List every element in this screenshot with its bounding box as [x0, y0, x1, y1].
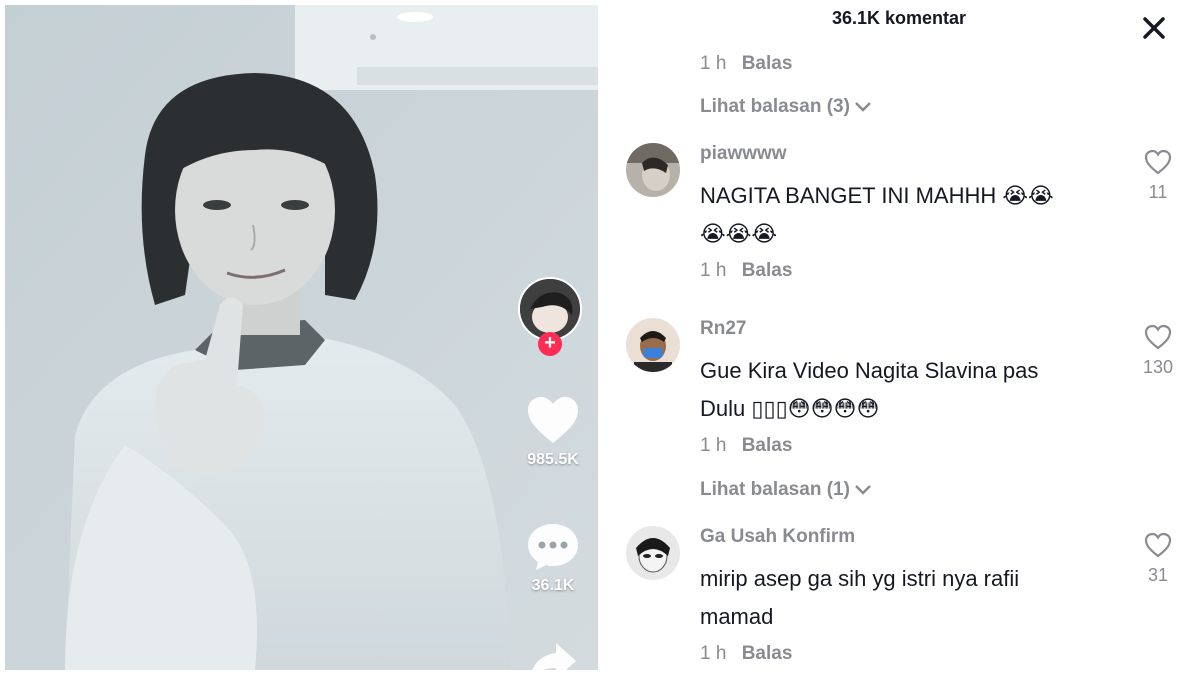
comment-text-line: mirip asep ga sih yg istri nya rafii — [700, 566, 1020, 591]
comment-username[interactable]: Ga Usah Konfirm — [700, 526, 855, 548]
avatar[interactable] — [626, 526, 680, 580]
chevron-down-icon — [855, 485, 871, 495]
comment-like-button[interactable]: 130 — [1138, 324, 1178, 378]
view-replies-label: Lihat balasan (3) — [700, 96, 850, 117]
comment-text-line: NAGITA BANGET INI MAHHH 😭😭 — [700, 183, 1054, 208]
reply-button[interactable]: Balas — [742, 53, 793, 74]
comment-time: 1 h — [700, 260, 727, 281]
view-replies-button[interactable]: Lihat balasan (1) — [700, 479, 872, 501]
comment-like-count: 31 — [1147, 565, 1169, 585]
reply-button[interactable]: Balas — [742, 643, 793, 664]
reply-button[interactable]: Balas — [742, 260, 793, 281]
comment-like-button[interactable]: 11 — [1138, 149, 1178, 203]
comment-button[interactable]: 36.1K — [510, 521, 596, 595]
heart-outline-icon — [1144, 324, 1172, 350]
comment-time: 1 h — [700, 435, 727, 456]
like-button[interactable]: 985.5K — [510, 395, 596, 469]
close-icon — [1143, 17, 1165, 39]
chevron-down-icon — [855, 102, 871, 112]
comment-time: 1 h — [700, 53, 727, 74]
comment-like-button[interactable]: 31 — [1138, 532, 1178, 586]
comments-header-title: 36.1K komentar — [831, 8, 967, 28]
comment-username[interactable]: piawwww — [700, 143, 787, 165]
avatar[interactable] — [626, 143, 680, 197]
like-count: 985.5K — [527, 451, 579, 468]
creator-avatar[interactable]: + — [518, 277, 582, 356]
comment-meta: 1 h Balas — [700, 260, 792, 282]
reply-button[interactable]: Balas — [742, 435, 793, 456]
view-replies-label: Lihat balasan (1) — [700, 479, 850, 500]
heart-outline-icon — [1144, 149, 1172, 175]
view-replies-button[interactable]: Lihat balasan (3) — [700, 96, 872, 118]
avatar[interactable] — [626, 318, 680, 372]
comment-text-line: 😭😭😭 — [700, 221, 778, 246]
heart-outline-icon — [1144, 532, 1172, 558]
comment-meta-previous: 1 h Balas — [700, 53, 792, 75]
comment-icon — [528, 524, 578, 570]
comments-panel: 36.1K komentar 1 h Balas Lihat balasan (… — [598, 0, 1200, 675]
comment-meta: 1 h Balas — [700, 643, 792, 665]
follow-plus-icon[interactable]: + — [538, 332, 562, 356]
comment-text: Gue Kira Video Nagita Slavina pas Dulu ▯… — [700, 352, 1100, 428]
video-player[interactable]: + 985.5K 36.1K — [5, 5, 598, 670]
comment-text-line: Dulu ▯▯▯😳😳😳😳 — [700, 396, 880, 421]
comment-time: 1 h — [700, 643, 727, 664]
share-icon — [532, 643, 576, 670]
share-button[interactable] — [510, 641, 596, 670]
close-button[interactable] — [1141, 15, 1167, 41]
comment-like-count: 11 — [1148, 182, 1168, 202]
heart-icon — [528, 397, 578, 443]
comment-text-line: Gue Kira Video Nagita Slavina pas — [700, 358, 1039, 383]
comment-text: NAGITA BANGET INI MAHHH 😭😭 😭😭😭 — [700, 177, 1100, 253]
comment-text-line: mamad — [700, 604, 774, 629]
comment-like-count: 130 — [1142, 357, 1174, 377]
comment-username[interactable]: Rn27 — [700, 318, 746, 340]
comment-meta: 1 h Balas — [700, 435, 792, 457]
comment-count: 36.1K — [531, 577, 575, 594]
comment-text: mirip asep ga sih yg istri nya rafii mam… — [700, 560, 1100, 636]
